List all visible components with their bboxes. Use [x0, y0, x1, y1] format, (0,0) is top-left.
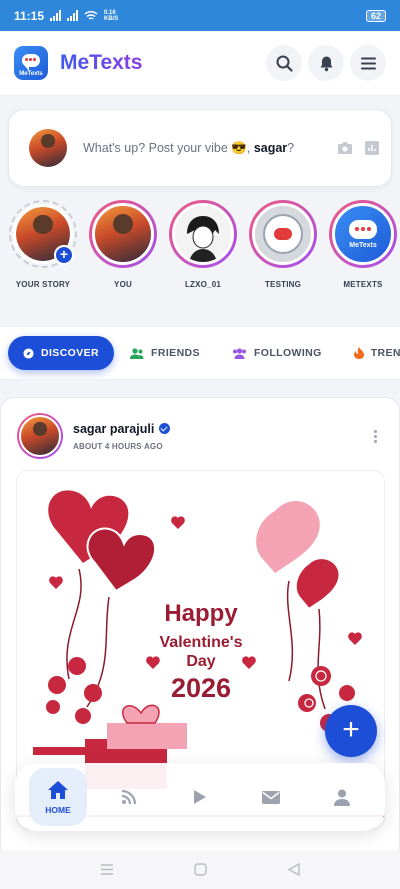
nav-profile[interactable]: [313, 768, 371, 826]
composer-prompt[interactable]: What's up? Post your vibe 😎, sagar?: [83, 141, 294, 156]
status-time: 11:15: [14, 8, 45, 23]
chart-icon[interactable]: [365, 141, 379, 155]
post-timestamp: ABOUT 4 HOURS AGO: [73, 441, 163, 451]
story-label: TESTING: [264, 280, 302, 289]
brand-name: MeTexts: [60, 51, 143, 74]
friends-icon: [130, 347, 144, 359]
home-button-icon[interactable]: [194, 863, 208, 876]
wifi-icon: [84, 10, 98, 20]
net-speed: 0.16 KB/S: [104, 9, 119, 22]
search-icon: [276, 55, 293, 72]
system-nav-bar: [0, 850, 400, 889]
tab-discover[interactable]: DISCOVER: [8, 336, 115, 370]
verified-icon: [159, 423, 171, 434]
story-avatar: [95, 206, 151, 262]
logo-text: MeTexts: [19, 71, 43, 77]
story-you[interactable]: YOU: [88, 200, 158, 310]
mail-icon: [262, 790, 280, 804]
post-composer[interactable]: What's up? Post your vibe 😎, sagar?: [8, 109, 392, 187]
status-bar: 11:15 0.16 KB/S 62: [0, 0, 400, 31]
image-line-2: Valentine's: [160, 634, 243, 651]
compass-icon: [23, 347, 34, 359]
add-story-icon[interactable]: +: [54, 245, 74, 265]
post-author-avatar[interactable]: [17, 413, 63, 459]
app-logo[interactable]: MeTexts: [14, 46, 48, 80]
bottom-nav: HOME: [15, 763, 385, 831]
nav-messages[interactable]: [242, 768, 300, 826]
stories-row: + YOUR STORY YOU LZXO_01 TESTING MeTexts…: [0, 200, 400, 310]
image-line-4: 2026: [171, 673, 231, 703]
user-avatar: [29, 129, 67, 167]
feed-icon: [121, 789, 137, 805]
story-label: LZXO_01: [184, 280, 222, 289]
tab-trending[interactable]: TRENDING: [338, 336, 400, 370]
recents-icon[interactable]: [100, 864, 114, 875]
fire-icon: [353, 347, 364, 359]
back-icon[interactable]: [287, 863, 300, 876]
create-post-button[interactable]: +: [325, 705, 377, 757]
play-icon: [194, 790, 206, 804]
chat-bubble-icon: [22, 53, 40, 71]
tab-label: TRENDING: [370, 347, 400, 359]
feed-tabs: DISCOVER FRIENDS FOLLOWING TRENDING: [0, 326, 400, 380]
signal-icon-2: [67, 10, 79, 21]
signal-icon: [50, 10, 62, 21]
story-label: METEXTS: [343, 280, 383, 289]
tab-friends[interactable]: FRIENDS: [114, 336, 216, 370]
nav-label: HOME: [45, 804, 71, 815]
tab-label: FOLLOWING: [253, 347, 322, 359]
image-line-1: Happy: [164, 600, 238, 627]
tab-label: FRIENDS: [151, 347, 200, 359]
story-testing[interactable]: TESTING: [248, 200, 318, 310]
nav-videos[interactable]: [171, 768, 229, 826]
metexts-badge-icon: [263, 214, 303, 254]
notifications-button[interactable]: [308, 45, 344, 81]
anime-avatar-icon: [175, 206, 231, 262]
home-icon: [48, 780, 68, 799]
app-header: MeTexts MeTexts: [0, 31, 400, 96]
story-your-story[interactable]: + YOUR STORY: [8, 200, 78, 310]
search-button[interactable]: [266, 45, 302, 81]
post-author-name[interactable]: sagar parajuli: [73, 422, 171, 436]
image-line-3: Day: [186, 653, 215, 670]
story-metexts[interactable]: MeTexts METEXTS: [328, 200, 398, 310]
post-options-icon[interactable]: [374, 430, 377, 443]
menu-button[interactable]: [350, 45, 386, 81]
following-icon: [232, 347, 246, 359]
tab-label: DISCOVER: [41, 347, 100, 359]
story-label: YOUR STORY: [15, 280, 71, 289]
camera-icon[interactable]: [337, 141, 353, 155]
chat-bubble-icon: [349, 219, 377, 239]
tab-following[interactable]: FOLLOWING: [216, 336, 338, 370]
bell-icon: [320, 56, 332, 71]
story-logo-text: MeTexts: [349, 241, 377, 249]
nav-feed[interactable]: [100, 768, 158, 826]
nav-home[interactable]: HOME: [29, 768, 87, 826]
story-lzxo[interactable]: LZXO_01: [168, 200, 238, 310]
menu-icon: [360, 57, 376, 69]
story-label: YOU: [114, 280, 132, 289]
battery-indicator: 62: [365, 9, 386, 22]
user-icon: [334, 789, 350, 806]
